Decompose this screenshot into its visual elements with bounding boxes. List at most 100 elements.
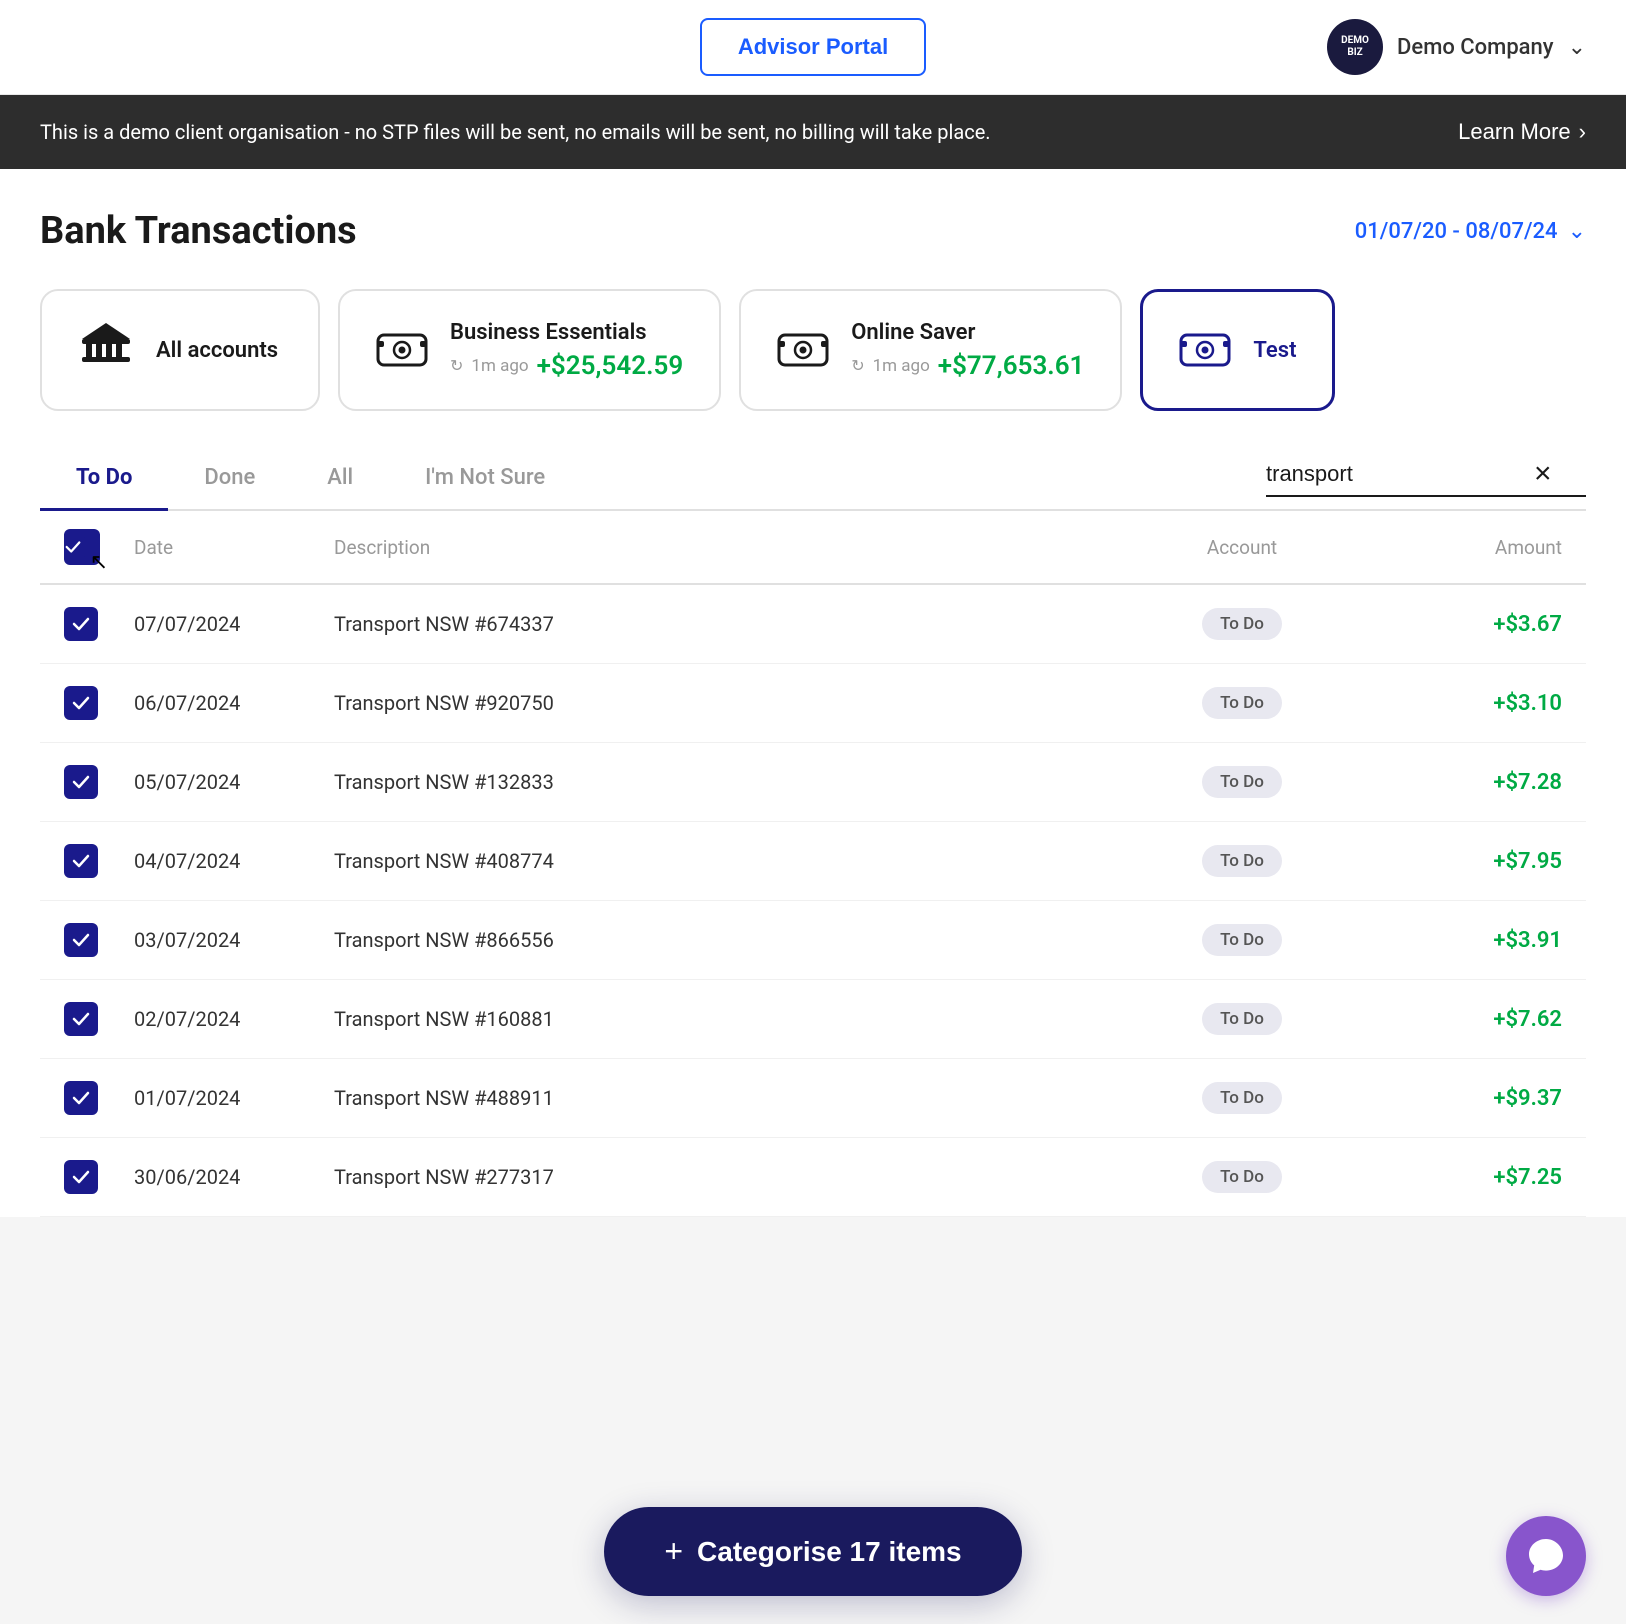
tab-all[interactable]: All bbox=[291, 447, 389, 511]
business-card-time: 1m ago bbox=[471, 356, 528, 376]
table-row: 07/07/2024 Transport NSW #674337 To Do +… bbox=[40, 585, 1586, 664]
cursor-icon: ↖ bbox=[90, 550, 108, 575]
arrow-right-icon: › bbox=[1579, 119, 1586, 145]
business-card-name: Business Essentials bbox=[450, 320, 683, 345]
page-header: Bank Transactions 01/07/20 - 08/07/24 ⌄ bbox=[40, 209, 1586, 253]
company-avatar: DEMOBIZ bbox=[1327, 19, 1383, 75]
row-checkbox-6[interactable] bbox=[64, 1081, 98, 1115]
row-date-0: 07/07/2024 bbox=[134, 612, 334, 636]
row-account-4: To Do bbox=[1122, 924, 1362, 956]
search-clear-button[interactable]: × bbox=[1526, 459, 1560, 489]
row-date-6: 01/07/2024 bbox=[134, 1086, 334, 1110]
row-checkbox-0[interactable] bbox=[64, 607, 98, 641]
row-account-0: To Do bbox=[1122, 608, 1362, 640]
todo-badge-2: To Do bbox=[1202, 766, 1282, 798]
table-row: 01/07/2024 Transport NSW #488911 To Do +… bbox=[40, 1059, 1586, 1138]
table-row: 03/07/2024 Transport NSW #866556 To Do +… bbox=[40, 901, 1586, 980]
online-card-info: Online Saver ↻ 1m ago +$77,653.61 bbox=[851, 320, 1084, 381]
main-content: Bank Transactions 01/07/20 - 08/07/24 ⌄ … bbox=[0, 169, 1626, 1217]
todo-badge-5: To Do bbox=[1202, 1003, 1282, 1035]
row-amount-0: +$3.67 bbox=[1362, 612, 1562, 637]
row-desc-0: Transport NSW #674337 bbox=[334, 612, 1122, 636]
learn-more-label: Learn More bbox=[1458, 119, 1571, 145]
account-card-online[interactable]: Online Saver ↻ 1m ago +$77,653.61 bbox=[739, 289, 1122, 411]
categorise-label: Categorise 17 items bbox=[697, 1536, 962, 1568]
todo-badge-6: To Do bbox=[1202, 1082, 1282, 1114]
online-card-balance: +$77,653.61 bbox=[938, 351, 1085, 381]
row-amount-3: +$7.95 bbox=[1362, 849, 1562, 874]
row-account-7: To Do bbox=[1122, 1161, 1362, 1193]
row-amount-4: +$3.91 bbox=[1362, 928, 1562, 953]
refresh-icon: ↻ bbox=[450, 356, 463, 375]
row-desc-7: Transport NSW #277317 bbox=[334, 1165, 1122, 1189]
todo-badge-3: To Do bbox=[1202, 845, 1282, 877]
row-date-1: 06/07/2024 bbox=[134, 691, 334, 715]
advisor-portal-button[interactable]: Advisor Portal bbox=[700, 18, 926, 76]
business-card-balance: +$25,542.59 bbox=[537, 351, 684, 381]
row-account-3: To Do bbox=[1122, 845, 1362, 877]
tab-done[interactable]: Done bbox=[168, 447, 291, 511]
account-icon-business bbox=[376, 329, 428, 371]
col-header-amount: Amount bbox=[1362, 536, 1562, 559]
transactions-table: ↖ Date Description Account Amount 07/07/… bbox=[40, 511, 1586, 1217]
demo-banner: This is a demo client organisation - no … bbox=[0, 95, 1626, 169]
refresh-icon: ↻ bbox=[851, 356, 864, 375]
row-account-5: To Do bbox=[1122, 1003, 1362, 1035]
row-desc-2: Transport NSW #132833 bbox=[334, 770, 1122, 794]
row-date-4: 03/07/2024 bbox=[134, 928, 334, 952]
row-account-1: To Do bbox=[1122, 687, 1362, 719]
tab-todo[interactable]: To Do bbox=[40, 447, 168, 511]
row-desc-6: Transport NSW #488911 bbox=[334, 1086, 1122, 1110]
row-amount-1: +$3.10 bbox=[1362, 691, 1562, 716]
row-checkbox-1[interactable] bbox=[64, 686, 98, 720]
row-checkbox-3[interactable] bbox=[64, 844, 98, 878]
search-input[interactable] bbox=[1266, 461, 1526, 487]
row-checkbox-5[interactable] bbox=[64, 1002, 98, 1036]
table-row: 05/07/2024 Transport NSW #132833 To Do +… bbox=[40, 743, 1586, 822]
company-selector[interactable]: DEMOBIZ Demo Company ⌄ bbox=[1327, 19, 1586, 75]
account-icon-online bbox=[777, 329, 829, 371]
business-card-info: Business Essentials ↻ 1m ago +$25,542.59 bbox=[450, 320, 683, 381]
chevron-down-icon: ⌄ bbox=[1568, 35, 1586, 60]
date-range-selector[interactable]: 01/07/20 - 08/07/24 ⌄ bbox=[1355, 219, 1586, 244]
plus-icon: + bbox=[664, 1533, 683, 1570]
categorise-button[interactable]: + Categorise 17 items bbox=[604, 1507, 1021, 1596]
search-area: × bbox=[1266, 459, 1586, 497]
col-header-description: Description bbox=[334, 536, 1122, 559]
business-card-meta: ↻ 1m ago +$25,542.59 bbox=[450, 351, 683, 381]
tab-notsure[interactable]: I'm Not Sure bbox=[389, 447, 581, 511]
test-card-name: Test bbox=[1253, 338, 1296, 363]
account-card-all[interactable]: All accounts bbox=[40, 289, 320, 411]
row-account-2: To Do bbox=[1122, 766, 1362, 798]
col-header-account: Account bbox=[1122, 536, 1362, 559]
company-name: Demo Company bbox=[1397, 35, 1554, 60]
row-checkbox-2[interactable] bbox=[64, 765, 98, 799]
row-date-7: 30/06/2024 bbox=[134, 1165, 334, 1189]
table-row: 02/07/2024 Transport NSW #160881 To Do +… bbox=[40, 980, 1586, 1059]
page-title: Bank Transactions bbox=[40, 209, 357, 253]
bottom-bar: + Categorise 17 items bbox=[0, 1479, 1626, 1624]
todo-badge-1: To Do bbox=[1202, 687, 1282, 719]
table-row: 04/07/2024 Transport NSW #408774 To Do +… bbox=[40, 822, 1586, 901]
account-card-test[interactable]: Test bbox=[1140, 289, 1335, 411]
all-accounts-label: All accounts bbox=[156, 338, 278, 363]
account-card-business[interactable]: Business Essentials ↻ 1m ago +$25,542.59 bbox=[338, 289, 721, 411]
chat-button[interactable] bbox=[1506, 1516, 1586, 1596]
row-checkbox-7[interactable] bbox=[64, 1160, 98, 1194]
online-card-name: Online Saver bbox=[851, 320, 1084, 345]
todo-badge-0: To Do bbox=[1202, 608, 1282, 640]
bank-icon bbox=[78, 319, 134, 381]
tabs-row: To Do Done All I'm Not Sure × bbox=[40, 447, 1586, 511]
row-desc-3: Transport NSW #408774 bbox=[334, 849, 1122, 873]
learn-more-button[interactable]: Learn More › bbox=[1458, 119, 1586, 145]
select-all-checkbox[interactable]: ↖ bbox=[64, 529, 100, 565]
row-account-6: To Do bbox=[1122, 1082, 1362, 1114]
date-range-text: 01/07/20 - 08/07/24 bbox=[1355, 219, 1558, 244]
row-amount-7: +$7.25 bbox=[1362, 1165, 1562, 1190]
row-date-3: 04/07/2024 bbox=[134, 849, 334, 873]
row-checkbox-4[interactable] bbox=[64, 923, 98, 957]
row-desc-5: Transport NSW #160881 bbox=[334, 1007, 1122, 1031]
online-card-time: 1m ago bbox=[873, 356, 930, 376]
todo-badge-4: To Do bbox=[1202, 924, 1282, 956]
online-card-meta: ↻ 1m ago +$77,653.61 bbox=[851, 351, 1084, 381]
